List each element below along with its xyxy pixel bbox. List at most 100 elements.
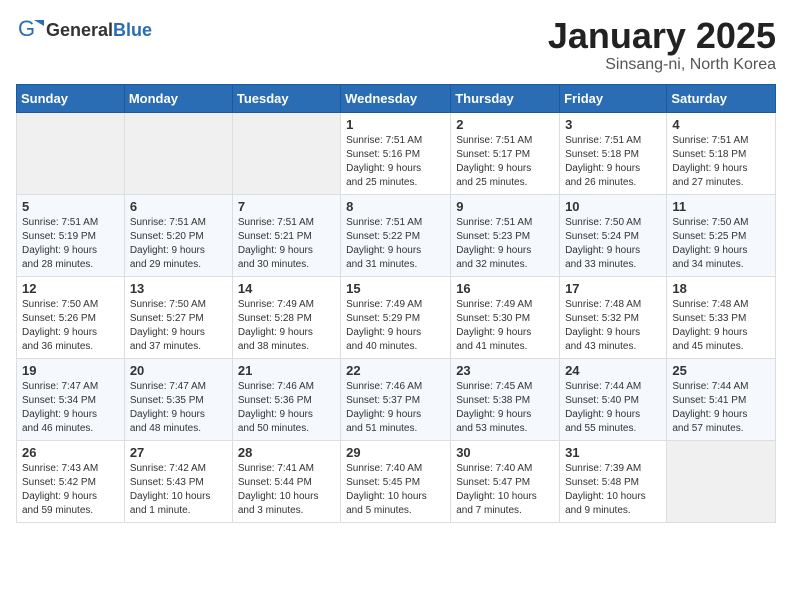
calendar-cell: 14 Sunrise: 7:49 AM Sunset: 5:28 PM Dayli…	[232, 276, 340, 358]
day-number: 28	[238, 445, 335, 460]
day-info: Sunrise: 7:42 AM Sunset: 5:43 PM Dayligh…	[130, 462, 227, 518]
day-number: 2	[456, 117, 554, 132]
day-info: Sunrise: 7:50 AM Sunset: 5:26 PM Dayligh…	[22, 298, 119, 354]
day-number: 24	[565, 363, 661, 378]
calendar-cell: 18Sunrise: 7:48 AM Sunset: 5:33 PM Dayli…	[667, 276, 776, 358]
calendar-cell: 7 Sunrise: 7:51 AM Sunset: 5:21 PM Daylig…	[232, 194, 340, 276]
day-info: Sunrise: 7:50 AM Sunset: 5:27 PM Dayligh…	[130, 298, 227, 354]
calendar-cell: 19 Sunrise: 7:47 AM Sunset: 5:34 PM Dayli…	[17, 358, 125, 440]
calendar-cell: 9 Sunrise: 7:51 AM Sunset: 5:23 PM Daylig…	[451, 194, 560, 276]
calendar-cell: 17Sunrise: 7:48 AM Sunset: 5:32 PM Dayli…	[560, 276, 667, 358]
day-info: Sunrise: 7:51 AM Sunset: 5:23 PM Dayligh…	[456, 216, 554, 272]
calendar-cell: 2 Sunrise: 7:51 AM Sunset: 5:17 PM Daylig…	[451, 112, 560, 194]
day-number: 1	[346, 117, 445, 132]
calendar-cell: 26Sunrise: 7:43 AM Sunset: 5:42 PM Dayli…	[17, 440, 125, 522]
logo: G GeneralBlue	[16, 16, 152, 44]
calendar-cell	[667, 440, 776, 522]
day-info: Sunrise: 7:46 AM Sunset: 5:36 PM Dayligh…	[238, 380, 335, 436]
calendar-week-row: 1 Sunrise: 7:51 AM Sunset: 5:16 PM Daylig…	[17, 112, 776, 194]
day-number: 22	[346, 363, 445, 378]
calendar-cell: 12 Sunrise: 7:50 AM Sunset: 5:26 PM Dayli…	[17, 276, 125, 358]
calendar-cell: 11 Sunrise: 7:50 AM Sunset: 5:25 PM Dayli…	[667, 194, 776, 276]
calendar-week-row: 19 Sunrise: 7:47 AM Sunset: 5:34 PM Dayli…	[17, 358, 776, 440]
day-info: Sunrise: 7:44 AM Sunset: 5:41 PM Dayligh…	[672, 380, 770, 436]
weekday-header: Friday	[560, 84, 667, 112]
calendar-cell: 22Sunrise: 7:46 AM Sunset: 5:37 PM Dayli…	[341, 358, 451, 440]
day-number: 20	[130, 363, 227, 378]
day-number: 31	[565, 445, 661, 460]
calendar-week-row: 12 Sunrise: 7:50 AM Sunset: 5:26 PM Dayli…	[17, 276, 776, 358]
calendar-cell: 6 Sunrise: 7:51 AM Sunset: 5:20 PM Daylig…	[124, 194, 232, 276]
weekday-header: Sunday	[17, 84, 125, 112]
day-info: Sunrise: 7:51 AM Sunset: 5:17 PM Dayligh…	[456, 134, 554, 190]
day-number: 13	[130, 281, 227, 296]
day-info: Sunrise: 7:45 AM Sunset: 5:38 PM Dayligh…	[456, 380, 554, 436]
day-number: 14	[238, 281, 335, 296]
weekday-header-row: SundayMondayTuesdayWednesdayThursdayFrid…	[17, 84, 776, 112]
calendar-cell: 13 Sunrise: 7:50 AM Sunset: 5:27 PM Dayli…	[124, 276, 232, 358]
day-number: 27	[130, 445, 227, 460]
day-number: 8	[346, 199, 445, 214]
day-number: 9	[456, 199, 554, 214]
day-info: Sunrise: 7:51 AM Sunset: 5:19 PM Dayligh…	[22, 216, 119, 272]
weekday-header: Saturday	[667, 84, 776, 112]
calendar-cell	[124, 112, 232, 194]
day-number: 25	[672, 363, 770, 378]
title-area: January 2025 Sinsang-ni, North Korea	[548, 16, 776, 74]
day-info: Sunrise: 7:41 AM Sunset: 5:44 PM Dayligh…	[238, 462, 335, 518]
calendar-cell: 27 Sunrise: 7:42 AM Sunset: 5:43 PM Dayli…	[124, 440, 232, 522]
calendar-cell: 25 Sunrise: 7:44 AM Sunset: 5:41 PM Dayli…	[667, 358, 776, 440]
day-number: 15	[346, 281, 445, 296]
day-info: Sunrise: 7:40 AM Sunset: 5:47 PM Dayligh…	[456, 462, 554, 518]
svg-text:G: G	[18, 16, 35, 41]
day-info: Sunrise: 7:51 AM Sunset: 5:22 PM Dayligh…	[346, 216, 445, 272]
calendar-cell	[17, 112, 125, 194]
day-info: Sunrise: 7:50 AM Sunset: 5:24 PM Dayligh…	[565, 216, 661, 272]
day-info: Sunrise: 7:51 AM Sunset: 5:18 PM Dayligh…	[565, 134, 661, 190]
calendar-week-row: 26Sunrise: 7:43 AM Sunset: 5:42 PM Dayli…	[17, 440, 776, 522]
day-info: Sunrise: 7:48 AM Sunset: 5:33 PM Dayligh…	[672, 298, 770, 354]
day-number: 19	[22, 363, 119, 378]
day-info: Sunrise: 7:49 AM Sunset: 5:28 PM Dayligh…	[238, 298, 335, 354]
day-number: 11	[672, 199, 770, 214]
weekday-header: Thursday	[451, 84, 560, 112]
day-number: 7	[238, 199, 335, 214]
logo-text: GeneralBlue	[46, 20, 152, 41]
day-info: Sunrise: 7:51 AM Sunset: 5:20 PM Dayligh…	[130, 216, 227, 272]
calendar-cell: 20 Sunrise: 7:47 AM Sunset: 5:35 PM Dayli…	[124, 358, 232, 440]
calendar-table: SundayMondayTuesdayWednesdayThursdayFrid…	[16, 84, 776, 523]
day-info: Sunrise: 7:50 AM Sunset: 5:25 PM Dayligh…	[672, 216, 770, 272]
day-info: Sunrise: 7:51 AM Sunset: 5:21 PM Dayligh…	[238, 216, 335, 272]
calendar-cell: 31 Sunrise: 7:39 AM Sunset: 5:48 PM Dayli…	[560, 440, 667, 522]
day-number: 29	[346, 445, 445, 460]
weekday-header: Monday	[124, 84, 232, 112]
calendar-cell: 10Sunrise: 7:50 AM Sunset: 5:24 PM Dayli…	[560, 194, 667, 276]
calendar-cell: 29 Sunrise: 7:40 AM Sunset: 5:45 PM Dayli…	[341, 440, 451, 522]
page-header: G GeneralBlue January 2025 Sinsang-ni, N…	[16, 16, 776, 74]
day-number: 30	[456, 445, 554, 460]
day-info: Sunrise: 7:48 AM Sunset: 5:32 PM Dayligh…	[565, 298, 661, 354]
day-info: Sunrise: 7:47 AM Sunset: 5:35 PM Dayligh…	[130, 380, 227, 436]
day-info: Sunrise: 7:51 AM Sunset: 5:18 PM Dayligh…	[672, 134, 770, 190]
calendar-cell: 23Sunrise: 7:45 AM Sunset: 5:38 PM Dayli…	[451, 358, 560, 440]
day-info: Sunrise: 7:39 AM Sunset: 5:48 PM Dayligh…	[565, 462, 661, 518]
calendar-cell: 24 Sunrise: 7:44 AM Sunset: 5:40 PM Dayli…	[560, 358, 667, 440]
day-number: 16	[456, 281, 554, 296]
month-title: January 2025	[548, 16, 776, 56]
day-info: Sunrise: 7:40 AM Sunset: 5:45 PM Dayligh…	[346, 462, 445, 518]
logo-icon: G	[16, 16, 44, 44]
calendar-cell: 21 Sunrise: 7:46 AM Sunset: 5:36 PM Dayli…	[232, 358, 340, 440]
calendar-week-row: 5Sunrise: 7:51 AM Sunset: 5:19 PM Daylig…	[17, 194, 776, 276]
day-info: Sunrise: 7:51 AM Sunset: 5:16 PM Dayligh…	[346, 134, 445, 190]
day-number: 21	[238, 363, 335, 378]
day-info: Sunrise: 7:49 AM Sunset: 5:29 PM Dayligh…	[346, 298, 445, 354]
weekday-header: Tuesday	[232, 84, 340, 112]
day-info: Sunrise: 7:44 AM Sunset: 5:40 PM Dayligh…	[565, 380, 661, 436]
calendar-cell: 5Sunrise: 7:51 AM Sunset: 5:19 PM Daylig…	[17, 194, 125, 276]
day-info: Sunrise: 7:47 AM Sunset: 5:34 PM Dayligh…	[22, 380, 119, 436]
day-number: 12	[22, 281, 119, 296]
calendar-cell: 30 Sunrise: 7:40 AM Sunset: 5:47 PM Dayli…	[451, 440, 560, 522]
day-number: 6	[130, 199, 227, 214]
day-info: Sunrise: 7:43 AM Sunset: 5:42 PM Dayligh…	[22, 462, 119, 518]
calendar-cell: 1 Sunrise: 7:51 AM Sunset: 5:16 PM Daylig…	[341, 112, 451, 194]
